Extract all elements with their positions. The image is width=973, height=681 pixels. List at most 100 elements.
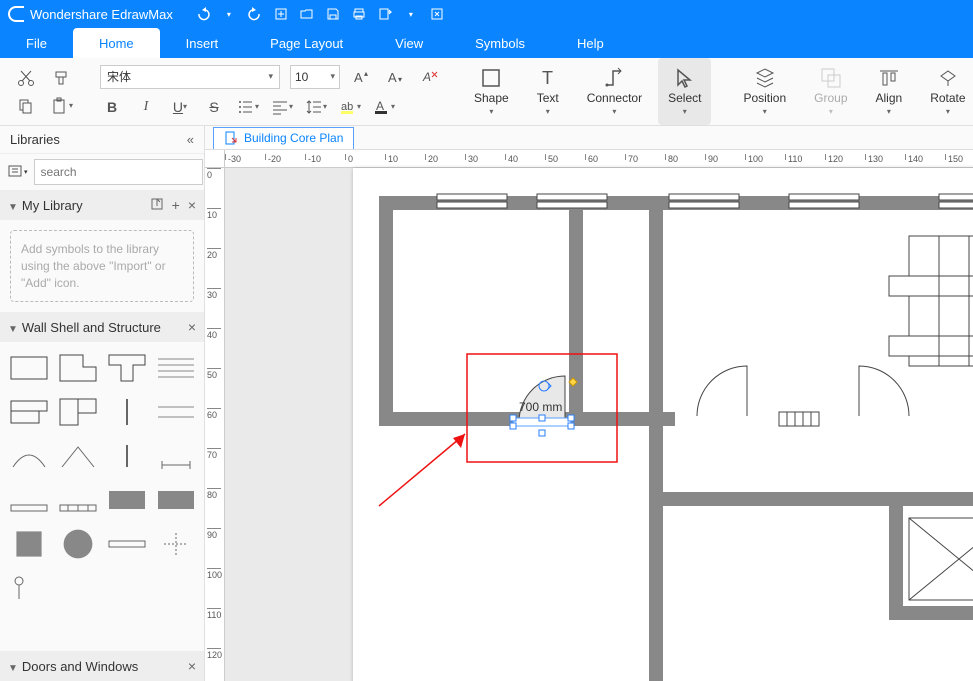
shape-node[interactable] [6, 568, 51, 608]
collapse-sidebar-button[interactable]: « [187, 132, 194, 147]
new-button[interactable] [273, 6, 289, 22]
bullet-list-button[interactable]: ▾ [236, 95, 260, 119]
shape-rect[interactable] [6, 348, 51, 388]
import-hint: Add symbols to the library using the abo… [10, 230, 194, 302]
shape-tool[interactable]: Shape ▾ [462, 58, 521, 125]
shape-floor2[interactable] [55, 480, 100, 520]
add-button[interactable]: + [172, 197, 180, 213]
mylib-title: My Library [22, 198, 83, 213]
shape-center-mark[interactable] [153, 524, 198, 564]
group-tool[interactable]: Group ▾ [802, 58, 859, 125]
shape-t[interactable] [104, 348, 149, 388]
font-size-select[interactable]: 10 ▾ [290, 65, 340, 89]
strikethrough-button[interactable]: S [202, 95, 226, 119]
menu-view[interactable]: View [369, 28, 449, 58]
floorplan-drawing[interactable]: 700 mm [369, 186, 973, 681]
shape-circle[interactable] [55, 524, 100, 564]
svg-text:A: A [376, 99, 384, 113]
font-group: 宋体 ▾ 10 ▾ A▴ A▾ A B I U▾ S ▾ ▾ ▾ ab▾ A▾ [100, 58, 442, 125]
connector-label: Connector [587, 91, 642, 105]
decrease-font-button[interactable]: A▾ [384, 65, 408, 89]
rotate-tool[interactable]: Rotate ▾ [918, 58, 973, 125]
bold-button[interactable]: B [100, 95, 124, 119]
shape-dim[interactable] [153, 436, 198, 476]
shape-vline[interactable] [104, 392, 149, 432]
close-section-button[interactable]: × [188, 319, 196, 335]
save-button[interactable] [325, 6, 341, 22]
position-tool[interactable]: Position ▾ [731, 58, 798, 125]
text-icon: T [537, 67, 559, 89]
menu-insert[interactable]: Insert [160, 28, 245, 58]
text-tool[interactable]: T Text ▾ [525, 58, 571, 125]
cut-button[interactable] [14, 66, 38, 90]
menu-home[interactable]: Home [73, 28, 160, 58]
shape-l[interactable] [55, 348, 100, 388]
increase-font-button[interactable]: A▴ [350, 65, 374, 89]
import-button[interactable] [150, 197, 164, 213]
text-label: Text [537, 91, 559, 105]
shape-angle[interactable] [55, 436, 100, 476]
close-section-button[interactable]: × [188, 658, 196, 674]
section-doors[interactable]: ▼Doors and Windows × [0, 651, 204, 681]
shape-square[interactable] [6, 524, 51, 564]
font-color-button[interactable]: A▾ [372, 95, 396, 119]
qa-caret-icon[interactable]: ▾ [221, 6, 237, 22]
door-dimension-label: 700 mm [519, 400, 562, 414]
menu-bar: File Home Insert Page Layout View Symbol… [0, 28, 973, 58]
export-button[interactable] [377, 6, 393, 22]
paste-button[interactable]: ▾ [50, 94, 74, 118]
qa-caret2-icon[interactable]: ▾ [403, 6, 419, 22]
rotate-icon [937, 67, 959, 89]
wall-shapes [0, 342, 204, 614]
line-spacing-button[interactable]: ▾ [304, 95, 328, 119]
select-tool[interactable]: Select ▾ [658, 58, 711, 125]
align-left-button[interactable]: ▾ [270, 95, 294, 119]
shape-icon [480, 67, 502, 89]
close-section-button[interactable]: × [188, 197, 196, 213]
tab-label: Building Core Plan [244, 131, 343, 145]
shape-hlines2[interactable] [153, 392, 198, 432]
clipboard-group: ▾ [8, 58, 80, 125]
shape-arc[interactable] [6, 436, 51, 476]
group-label: Group [814, 91, 847, 105]
shape-step-h[interactable] [6, 392, 51, 432]
connector-tool[interactable]: Connector ▾ [575, 58, 654, 125]
section-mylibrary[interactable]: ▼My Library + × [0, 190, 204, 220]
shape-vline2[interactable] [104, 436, 149, 476]
redo-button[interactable] [247, 6, 263, 22]
mylib-body: Add symbols to the library using the abo… [0, 220, 204, 312]
highlight-button[interactable]: ab▾ [338, 95, 362, 119]
library-search-input[interactable] [34, 159, 203, 185]
italic-button[interactable]: I [134, 95, 158, 119]
zoom-fit-button[interactable] [429, 6, 445, 22]
underline-button[interactable]: U▾ [168, 95, 192, 119]
library-category-button[interactable]: ▾ [8, 161, 28, 183]
menu-symbols[interactable]: Symbols [449, 28, 551, 58]
print-button[interactable] [351, 6, 367, 22]
shape-step-v[interactable] [55, 392, 100, 432]
selected-door-shape[interactable]: 700 mm [510, 376, 577, 436]
undo-button[interactable] [195, 6, 211, 22]
align-tool[interactable]: Align ▾ [864, 58, 915, 125]
shape-floor1[interactable] [6, 480, 51, 520]
shape-lines[interactable] [153, 348, 198, 388]
menu-page-layout[interactable]: Page Layout [244, 28, 369, 58]
format-painter-button[interactable] [50, 66, 74, 90]
open-button[interactable] [299, 6, 315, 22]
clear-format-button[interactable]: A [418, 65, 442, 89]
main-area: Libraries « ▾ ▴▾ ▼My Library + × Add sym… [0, 126, 973, 681]
shape-solid1[interactable] [104, 480, 149, 520]
rotate-label: Rotate [930, 91, 965, 105]
font-family-value: 宋体 [107, 68, 131, 85]
font-family-select[interactable]: 宋体 ▾ [100, 65, 280, 89]
position-icon [754, 67, 776, 89]
tab-building-core-plan[interactable]: Building Core Plan [213, 127, 354, 149]
section-wall[interactable]: ▼Wall Shell and Structure × [0, 312, 204, 342]
svg-text:A: A [354, 70, 363, 85]
menu-help[interactable]: Help [551, 28, 630, 58]
shape-beam[interactable] [104, 524, 149, 564]
copy-button[interactable] [14, 94, 38, 118]
canvas-area[interactable]: Building Core Plan -30-20-10010203040506… [205, 126, 973, 681]
shape-solid2[interactable] [153, 480, 198, 520]
menu-file[interactable]: File [0, 28, 73, 58]
